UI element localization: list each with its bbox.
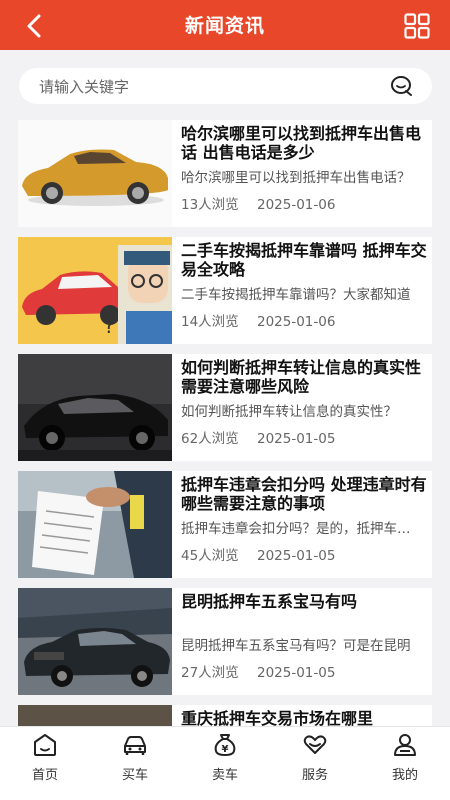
news-title: 抵押车违章会扣分吗 处理违章时有哪些需要注意的事项 (181, 475, 427, 513)
publish-date: 2025-01-06 (256, 314, 336, 330)
news-summary: 抵押车违章会扣分吗？是的，抵押车违章 (181, 521, 421, 537)
tab-label: 首页 (31, 768, 58, 783)
news-meta: 45人浏览 2025-01-05 (181, 544, 335, 564)
top-bar: 新闻资讯 (0, 0, 450, 50)
news-thumbnail (18, 471, 172, 578)
publish-date: 2025-01-05 (256, 548, 336, 564)
news-item[interactable]: ? 二手车按揭抵押车靠谱吗 抵押车交易全攻略 二手车按揭抵押车靠谱吗？大家都知道… (18, 237, 432, 344)
svg-text:¥: ¥ (222, 744, 229, 755)
news-title: 重庆抵押车交易市场在哪里 (181, 709, 374, 726)
news-item[interactable]: 重庆抵押车交易市场在哪里 (18, 705, 432, 726)
publish-date: 2025-01-06 (256, 197, 336, 213)
search-placeholder: 请输入关键字 (39, 78, 130, 96)
tab-label: 买车 (121, 768, 148, 783)
home-icon (34, 734, 56, 756)
news-thumbnail (18, 588, 172, 695)
publish-date: 2025-01-05 (256, 431, 336, 447)
news-thumbnail (18, 705, 172, 726)
news-summary: 昆明抵押车五系宝马有吗？可是在昆明 (181, 638, 411, 654)
tab-label: 卖车 (211, 768, 238, 783)
tab-label: 我的 (391, 768, 418, 783)
news-meta: 14人浏览 2025-01-06 (181, 310, 335, 330)
tab-service[interactable]: 服务 (270, 733, 360, 789)
news-title: 昆明抵押车五系宝马有吗 (181, 592, 358, 611)
tab-home[interactable]: 首页 (0, 733, 90, 789)
news-meta: 27人浏览 2025-01-05 (181, 661, 335, 681)
view-count: 45人浏览 (181, 548, 239, 564)
view-count: 62人浏览 (181, 431, 239, 447)
view-count: 13人浏览 (181, 197, 239, 213)
news-thumbnail (18, 120, 172, 227)
news-item[interactable]: 如何判断抵押车转让信息的真实性 需要注意哪些风险 如何判断抵押车转让信息的真实性… (18, 354, 432, 461)
tab-buy-car[interactable]: 买车 (90, 733, 180, 789)
tab-label: 服务 (301, 768, 328, 783)
news-title: 哈尔滨哪里可以找到抵押车出售电话 出售电话是多少 (181, 124, 422, 162)
news-thumbnail (18, 354, 172, 461)
heart-hands-icon (303, 735, 327, 754)
bottom-tab-bar: 首页 买车 ¥ 卖车 服务 我的 (0, 726, 450, 800)
news-item[interactable]: 昆明抵押车五系宝马有吗 昆明抵押车五系宝马有吗？可是在昆明 27人浏览 2025… (18, 588, 432, 695)
grid-menu-icon[interactable] (404, 13, 430, 39)
search-chat-icon[interactable] (390, 75, 414, 97)
tab-mine[interactable]: 我的 (360, 733, 450, 789)
news-summary: 如何判断抵押车转让信息的真实性？ (181, 404, 397, 420)
car-icon (124, 736, 146, 755)
news-title: 如何判断抵押车转让信息的真实性 需要注意哪些风险 (181, 358, 422, 396)
news-meta: 13人浏览 2025-01-06 (181, 193, 335, 213)
user-icon (394, 734, 416, 756)
view-count: 14人浏览 (181, 314, 239, 330)
publish-date: 2025-01-05 (256, 665, 336, 681)
page-title: 新闻资讯 (184, 15, 265, 37)
news-item[interactable]: 哈尔滨哪里可以找到抵押车出售电话 出售电话是多少 哈尔滨哪里可以找到抵押车出售电… (18, 120, 432, 227)
news-meta: 62人浏览 2025-01-05 (181, 427, 335, 447)
tab-sell-car[interactable]: ¥ 卖车 (180, 733, 270, 789)
news-thumbnail: ? (18, 237, 172, 344)
svg-text:?: ? (104, 314, 115, 338)
news-list: 哈尔滨哪里可以找到抵押车出售电话 出售电话是多少 哈尔滨哪里可以找到抵押车出售电… (18, 120, 432, 726)
news-item[interactable]: 抵押车违章会扣分吗 处理违章时有哪些需要注意的事项 抵押车违章会扣分吗？是的，抵… (18, 471, 432, 578)
money-bag-icon: ¥ (214, 734, 236, 756)
news-summary: 哈尔滨哪里可以找到抵押车出售电话？ (181, 170, 411, 186)
news-summary: 二手车按揭抵押车靠谱吗？大家都知道 (181, 287, 411, 303)
view-count: 27人浏览 (181, 665, 239, 681)
news-title: 二手车按揭抵押车靠谱吗 抵押车交易全攻略 (181, 241, 427, 279)
search-input[interactable]: 请输入关键字 (19, 68, 432, 104)
